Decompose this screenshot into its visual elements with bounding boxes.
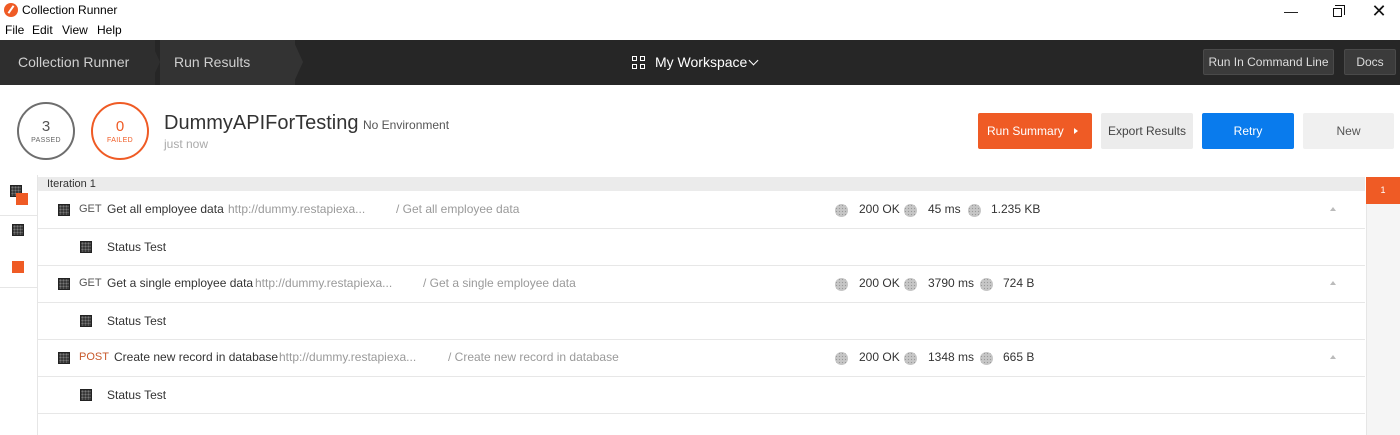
iteration-header: Iteration 1	[38, 177, 1365, 191]
time-icon	[904, 204, 917, 217]
test-result-icon	[80, 241, 92, 253]
menu-help[interactable]: Help	[97, 23, 122, 37]
size-icon	[968, 204, 981, 217]
new-button[interactable]: New	[1303, 113, 1394, 149]
breadcrumb-separator	[293, 40, 303, 84]
response-status: 200 OK	[859, 202, 900, 216]
response-size: 665 B	[1003, 350, 1035, 364]
status-icon	[835, 278, 848, 291]
collection-name: DummyAPIForTesting	[164, 112, 359, 134]
iteration-badge[interactable]: 1	[1366, 177, 1400, 204]
request-row[interactable]: POST Create new record in database http:…	[38, 340, 1365, 377]
window-title: Collection Runner	[22, 3, 118, 17]
response-status: 200 OK	[859, 350, 900, 364]
response-size: 724 B	[1003, 276, 1035, 290]
failed-count: 0	[115, 118, 125, 135]
workspace-grid-icon	[632, 56, 646, 70]
retry-button[interactable]: Retry	[1202, 113, 1294, 149]
request-name: Get a single employee data	[107, 276, 254, 290]
test-row: Status Test	[38, 303, 1365, 340]
request-result-icon	[58, 204, 70, 216]
restore-icon	[1332, 5, 1345, 17]
response-status: 200 OK	[859, 276, 900, 290]
close-button[interactable]: ✕	[1356, 0, 1400, 22]
maximize-button[interactable]	[1314, 0, 1360, 22]
passed-label: PASSED	[31, 137, 61, 144]
collapse-caret-icon[interactable]	[1330, 281, 1336, 285]
test-result-icon	[80, 315, 92, 327]
request-row[interactable]: GET Get a single employee data http://du…	[38, 266, 1365, 303]
request-url: http://dummy.restapiexa...	[279, 350, 417, 364]
menu-file[interactable]: File	[5, 23, 24, 37]
time-icon	[904, 352, 917, 365]
run-in-command-line-button[interactable]: Run In Command Line	[1203, 49, 1334, 75]
failed-counter: 0 FAILED	[91, 102, 149, 160]
test-name: Status Test	[107, 388, 167, 402]
request-result-icon	[58, 278, 70, 290]
run-timestamp: just now	[164, 137, 209, 151]
environment-name: No Environment	[363, 118, 450, 132]
failed-filter-icon	[12, 261, 24, 273]
export-results-button[interactable]: Export Results	[1101, 113, 1193, 149]
test-row: Status Test	[38, 229, 1365, 266]
passed-count: 3	[41, 118, 51, 135]
menu-edit[interactable]: Edit	[32, 23, 53, 37]
breadcrumb-collection-runner[interactable]: Collection Runner	[0, 40, 155, 85]
iteration-rail	[1366, 177, 1400, 435]
request-name: Create new record in database	[114, 350, 279, 364]
request-path: / Create new record in database	[448, 350, 619, 364]
rail-divider	[0, 287, 38, 288]
passed-filter-icon	[12, 224, 24, 236]
chevron-down-icon	[748, 55, 759, 66]
menu-view[interactable]: View	[62, 23, 88, 37]
run-summary-button[interactable]: Run Summary	[978, 113, 1092, 149]
request-url: http://dummy.restapiexa...	[228, 202, 366, 216]
request-method: GET	[79, 277, 102, 289]
passed-counter: 3 PASSED	[17, 102, 75, 160]
request-method: GET	[79, 203, 102, 215]
filter-all-tab[interactable]	[0, 175, 38, 215]
caret-right-icon	[1074, 128, 1078, 134]
test-row: Status Test	[38, 377, 1365, 414]
breadcrumb-separator	[150, 40, 160, 84]
collapse-caret-icon[interactable]	[1330, 355, 1336, 359]
test-name: Status Test	[107, 314, 167, 328]
failed-label: FAILED	[107, 137, 133, 144]
filter-failed-tab[interactable]	[0, 253, 38, 289]
breadcrumb-run-results[interactable]: Run Results	[160, 40, 295, 85]
status-icon	[835, 204, 848, 217]
status-icon	[835, 352, 848, 365]
test-name: Status Test	[107, 240, 167, 254]
menu-bar: File Edit View Help	[0, 22, 1400, 39]
app-header: Collection Runner Run Results My Workspa…	[0, 40, 1400, 85]
run-summary-label: Run Summary	[987, 124, 1064, 138]
response-size: 1.235 KB	[991, 202, 1041, 216]
request-name: Get all employee data	[107, 202, 224, 216]
request-url: http://dummy.restapiexa...	[255, 276, 393, 290]
request-row[interactable]: GET Get all employee data http://dummy.r…	[38, 192, 1365, 229]
filter-passed-tab[interactable]	[0, 216, 38, 252]
collapse-caret-icon[interactable]	[1330, 207, 1336, 211]
response-time: 45 ms	[928, 202, 961, 216]
filter-rail	[0, 175, 38, 435]
size-icon	[980, 352, 993, 365]
postman-app-icon	[4, 3, 18, 17]
request-path: / Get all employee data	[396, 202, 520, 216]
request-method: POST	[79, 351, 109, 363]
size-icon	[980, 278, 993, 291]
request-path: / Get a single employee data	[423, 276, 576, 290]
window-titlebar: Collection Runner — ✕	[0, 0, 1400, 22]
minimize-button[interactable]: —	[1268, 0, 1314, 22]
test-result-icon	[80, 389, 92, 401]
all-results-overlay-icon	[16, 193, 28, 205]
response-time: 1348 ms	[928, 350, 975, 364]
docs-button[interactable]: Docs	[1344, 49, 1396, 75]
time-icon	[904, 278, 917, 291]
response-time: 3790 ms	[928, 276, 975, 290]
workspace-name: My Workspace	[655, 54, 748, 70]
request-result-icon	[58, 352, 70, 364]
